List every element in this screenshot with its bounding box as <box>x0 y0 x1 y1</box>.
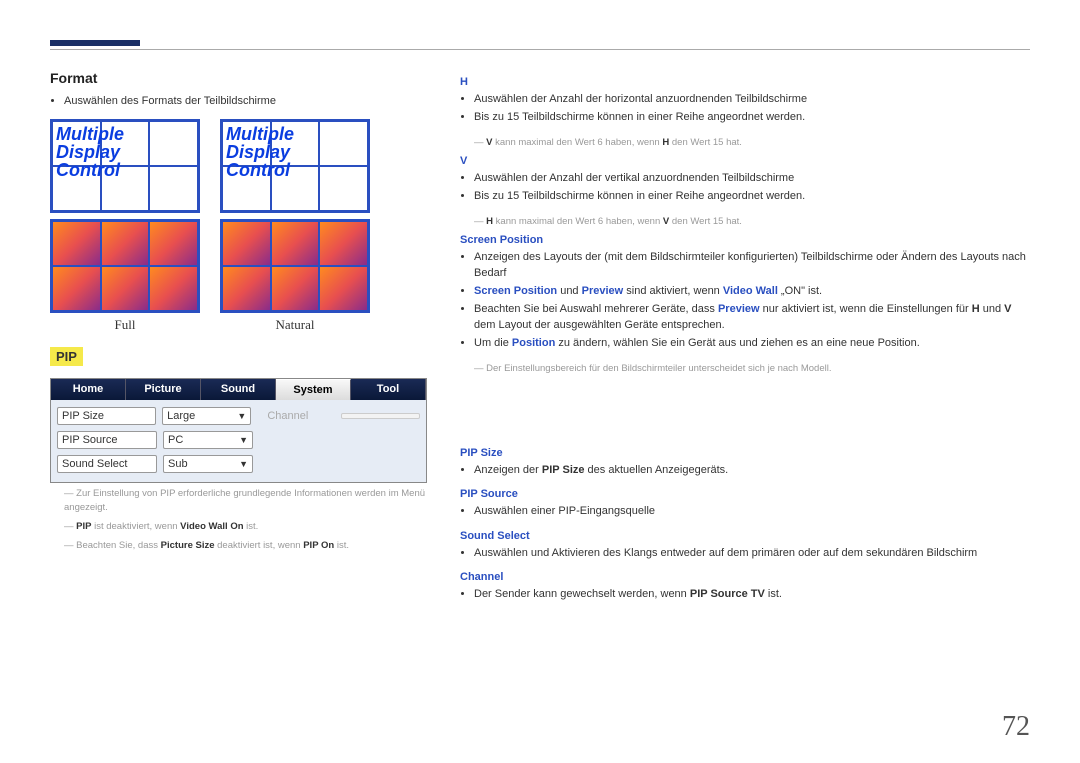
channel-heading: Channel <box>460 571 1030 583</box>
sound-select-li: Auswählen und Aktivieren des Klangs entw… <box>474 546 1030 561</box>
format-desc: Auswählen des Formats der Teilbildschirm… <box>64 94 430 109</box>
pip-source-li: Auswählen einer PIP-Eingangsquelle <box>474 504 1030 519</box>
pip-panel: Home Picture Sound System Tool PIP Size … <box>50 378 427 483</box>
sound-select-value: Sub <box>168 458 188 470</box>
pip-source-heading: PIP Source <box>460 488 1030 500</box>
mdc-label-full: Multiple Display Control <box>56 125 124 179</box>
full-label: Full <box>50 317 200 333</box>
pip-size-select[interactable]: Large ▼ <box>162 407 251 425</box>
sp-li2: Screen Position und Preview sind aktivie… <box>474 284 1030 299</box>
pip-size-label: PIP Size <box>57 407 156 425</box>
header-accent-bar <box>50 40 140 46</box>
tab-sound[interactable]: Sound <box>201 379 276 400</box>
v-li2: Bis zu 15 Teilbildschirme können in eine… <box>474 189 1030 204</box>
tab-home[interactable]: Home <box>51 379 126 400</box>
pip-source-value: PC <box>168 434 183 446</box>
channel-li: Der Sender kann gewechselt werden, wenn … <box>474 587 1030 602</box>
pip-note-2: PIP ist deaktiviert, wenn Video Wall On … <box>64 520 430 533</box>
sound-select-select[interactable]: Sub ▼ <box>163 455 253 473</box>
sound-select-heading: Sound Select <box>460 530 1030 542</box>
v-heading: V <box>460 155 1030 167</box>
tab-system[interactable]: System <box>276 379 351 400</box>
h-heading: H <box>460 76 1030 88</box>
dropdown-arrow-icon: ▼ <box>239 459 248 469</box>
h-li1: Auswählen der Anzahl der horizontal anzu… <box>474 92 1030 107</box>
tab-picture[interactable]: Picture <box>126 379 201 400</box>
dropdown-arrow-icon: ▼ <box>239 435 248 445</box>
channel-label: Channel <box>263 408 340 424</box>
pip-heading: PIP <box>50 347 83 366</box>
pip-tabs: Home Picture Sound System Tool <box>51 379 426 400</box>
sp-li1: Anzeigen des Layouts der (mit dem Bildsc… <box>474 250 1030 281</box>
natural-label: Natural <box>220 317 370 333</box>
header-divider <box>50 49 1030 50</box>
mdc-grid-full: Multiple Display Control <box>50 119 200 213</box>
pip-note-3: Beachten Sie, dass Picture Size deaktivi… <box>64 539 430 552</box>
page-number: 72 <box>1002 711 1030 743</box>
flower-grid-full <box>50 219 200 313</box>
h-li2: Bis zu 15 Teilbildschirme können in eine… <box>474 110 1030 125</box>
sp-note: Der Einstellungsbereich für den Bildschi… <box>474 362 1030 375</box>
mdc-label-natural: Multiple Display Control <box>226 125 294 179</box>
pip-source-select[interactable]: PC ▼ <box>163 431 253 449</box>
format-images: Multiple Display Control Full Multiple D… <box>50 119 430 333</box>
pip-size-li: Anzeigen der PIP Size des aktuellen Anze… <box>474 463 1030 478</box>
h-note: V kann maximal den Wert 6 haben, wenn H … <box>474 136 1030 149</box>
tab-tool[interactable]: Tool <box>351 379 426 400</box>
channel-select <box>341 413 420 419</box>
flower-grid-natural <box>220 219 370 313</box>
dropdown-arrow-icon: ▼ <box>237 411 246 421</box>
v-note: H kann maximal den Wert 6 haben, wenn V … <box>474 215 1030 228</box>
sp-heading: Screen Position <box>460 234 1030 246</box>
sp-li3: Beachten Sie bei Auswahl mehrerer Geräte… <box>474 302 1030 333</box>
pip-note-1: Zur Einstellung von PIP erforderliche gr… <box>64 487 430 514</box>
pip-size-heading: PIP Size <box>460 447 1030 459</box>
format-heading: Format <box>50 70 430 86</box>
mdc-grid-natural: Multiple Display Control <box>220 119 370 213</box>
v-li1: Auswählen der Anzahl der vertikal anzuor… <box>474 171 1030 186</box>
pip-size-value: Large <box>167 410 195 422</box>
sp-li4: Um die Position zu ändern, wählen Sie ei… <box>474 336 1030 351</box>
pip-source-label: PIP Source <box>57 431 157 449</box>
sound-select-label: Sound Select <box>57 455 157 473</box>
